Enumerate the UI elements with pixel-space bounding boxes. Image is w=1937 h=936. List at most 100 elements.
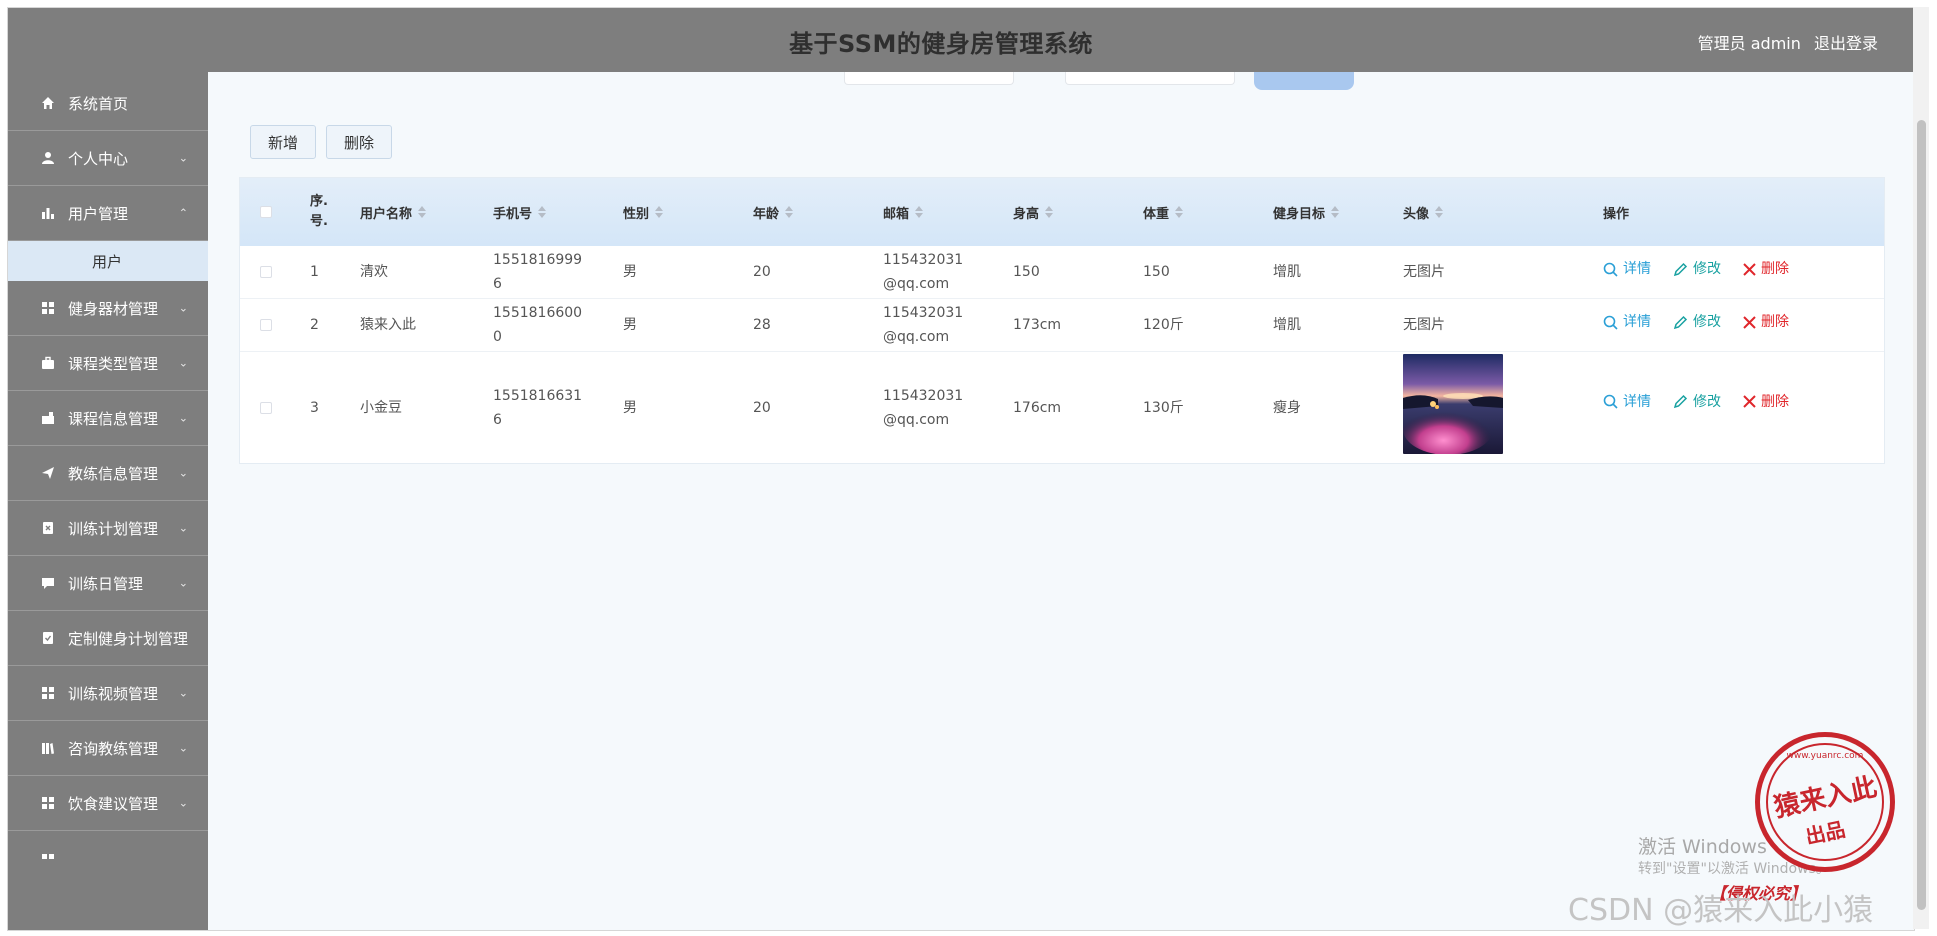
sidebar-item-label: 课程类型管理 (68, 354, 159, 373)
table-row: 1 清欢 15518169996 男 20 115432031@qq.com 1… (240, 246, 1884, 299)
col-name[interactable]: 用户名称 (360, 178, 427, 246)
search-button-partial[interactable] (1254, 72, 1354, 90)
delete-row-button[interactable]: 删除 (1743, 257, 1789, 281)
sidebar: 系统首页 个人中心 ⌄ 用户管理 ⌃ 用户 健身器材管理 ⌄ 课程类型管理 ⌄ … (8, 8, 208, 930)
sort-icon (418, 206, 427, 218)
sidebar-item-label: 健身器材管理 (68, 299, 159, 318)
col-gender[interactable]: 性别 (623, 178, 664, 246)
cell-name: 小金豆 (360, 399, 402, 416)
sidebar-item-label: 课程信息管理 (68, 409, 159, 428)
sidebar-item-profile[interactable]: 个人中心 ⌄ (8, 131, 208, 186)
detail-button[interactable]: 详情 (1603, 257, 1651, 281)
col-avatar-label: 头像 (1403, 206, 1430, 222)
col-weight[interactable]: 体重 (1143, 178, 1184, 246)
search-input-partial[interactable] (1065, 72, 1235, 85)
sidebar-item-training-day[interactable]: 训练日管理 ⌄ (8, 556, 208, 611)
sidebar-item-home[interactable]: 系统首页 (8, 76, 208, 131)
col-age-label: 年龄 (753, 206, 780, 222)
delete-row-button[interactable]: 删除 (1743, 310, 1789, 334)
select-all-checkbox[interactable] (260, 206, 272, 218)
sidebar-item-label: 用户管理 (68, 204, 129, 223)
col-index: 序.号. (310, 194, 328, 229)
col-goal[interactable]: 健身目标 (1273, 178, 1340, 246)
col-phone-label: 手机号 (493, 206, 533, 222)
send-icon (40, 465, 56, 481)
sidebar-item-label: 饮食建议管理 (68, 794, 159, 813)
chevron-down-icon: ⌄ (178, 356, 188, 370)
close-icon (1743, 395, 1756, 408)
add-button[interactable]: 新增 (250, 125, 316, 159)
sidebar-item-course-info[interactable]: 课程信息管理 ⌄ (8, 391, 208, 446)
admin-label: 管理员 admin (1697, 34, 1801, 53)
edit-button[interactable]: 修改 (1673, 310, 1721, 334)
cell-weight: 150 (1143, 264, 1170, 280)
row-checkbox[interactable] (260, 266, 272, 278)
sidebar-item-cutoff[interactable] (8, 831, 208, 861)
logout-link[interactable]: 退出登录 (1814, 34, 1878, 53)
ticket-icon (40, 410, 56, 426)
cell-age: 20 (753, 399, 771, 416)
cell-actions: 详情 修改 删除 (1603, 346, 1811, 457)
row-checkbox[interactable] (260, 401, 272, 414)
home-icon (40, 95, 56, 111)
col-phone[interactable]: 手机号 (493, 178, 547, 246)
sidebar-item-label: 定制健身计划管理 (68, 629, 189, 648)
sidebar-subitem-user[interactable]: 用户 (8, 241, 208, 281)
cell-gender: 男 (623, 317, 637, 333)
delete-button[interactable]: 删除 (326, 125, 392, 159)
chevron-down-icon: ⌄ (178, 466, 188, 480)
col-avatar[interactable]: 头像 (1403, 178, 1444, 246)
sidebar-item-course-type[interactable]: 课程类型管理 ⌄ (8, 336, 208, 391)
row-checkbox-cell (260, 299, 272, 351)
edit-button[interactable]: 修改 (1673, 390, 1721, 414)
user-area: 管理员 admin 退出登录 (1690, 30, 1878, 54)
sidebar-item-equipment[interactable]: 健身器材管理 ⌄ (8, 281, 208, 336)
edit-label: 修改 (1693, 261, 1721, 277)
sidebar-item-coach-info[interactable]: 教练信息管理 ⌄ (8, 446, 208, 501)
chart-icon (40, 205, 56, 221)
sidebar-item-diet[interactable]: 饮食建议管理 ⌄ (8, 776, 208, 831)
cell-index: 3 (310, 399, 319, 416)
detail-button[interactable]: 详情 (1603, 390, 1651, 414)
search-input-partial[interactable] (844, 72, 1014, 85)
row-checkbox-cell (260, 246, 272, 298)
close-icon (1743, 262, 1756, 276)
col-height[interactable]: 身高 (1013, 178, 1054, 246)
delete-label: 删除 (1761, 393, 1789, 410)
select-all-cell (260, 178, 272, 246)
chevron-down-icon: ⌄ (178, 741, 188, 755)
col-email[interactable]: 邮箱 (883, 178, 924, 246)
col-actions: 操作 (1603, 206, 1630, 222)
sort-icon (915, 206, 924, 218)
chevron-down-icon: ⌄ (178, 576, 188, 590)
detail-button[interactable]: 详情 (1603, 310, 1651, 334)
activate-windows-title: 激活 Windows (1638, 836, 1767, 858)
pencil-icon (1673, 262, 1688, 276)
sort-icon (538, 206, 547, 218)
sidebar-item-consult-coach[interactable]: 咨询教练管理 ⌄ (8, 721, 208, 776)
cell-weight: 130斤 (1143, 399, 1184, 416)
table-row: 3 小金豆 15518166316 男 20 115432031@qq.com … (240, 352, 1884, 463)
col-weight-label: 体重 (1143, 206, 1170, 222)
col-gender-label: 性别 (623, 206, 650, 222)
app-window: 系统首页 个人中心 ⌄ 用户管理 ⌃ 用户 健身器材管理 ⌄ 课程类型管理 ⌄ … (7, 7, 1915, 931)
sidebar-item-training-plan[interactable]: 训练计划管理 ⌄ (8, 501, 208, 556)
sidebar-item-users[interactable]: 用户管理 ⌃ (8, 186, 208, 241)
sidebar-item-custom-plan[interactable]: 定制健身计划管理 (8, 611, 208, 666)
cell-index: 2 (310, 317, 319, 333)
cell-goal: 增肌 (1273, 317, 1301, 333)
close-icon (1743, 315, 1756, 329)
grid-icon (40, 300, 56, 316)
row-checkbox-cell (260, 352, 272, 463)
scrollbar-thumb[interactable] (1917, 120, 1926, 910)
cell-height: 173cm (1013, 317, 1062, 333)
col-age[interactable]: 年龄 (753, 178, 794, 246)
clipboard-check-icon (40, 630, 56, 646)
row-checkbox[interactable] (260, 319, 272, 331)
cell-age: 20 (753, 264, 771, 280)
edit-button[interactable]: 修改 (1673, 257, 1721, 281)
sidebar-item-training-video[interactable]: 训练视频管理 ⌄ (8, 666, 208, 721)
delete-row-button[interactable]: 删除 (1743, 390, 1789, 414)
cell-weight: 120斤 (1143, 317, 1184, 333)
avatar-image[interactable] (1403, 353, 1503, 454)
